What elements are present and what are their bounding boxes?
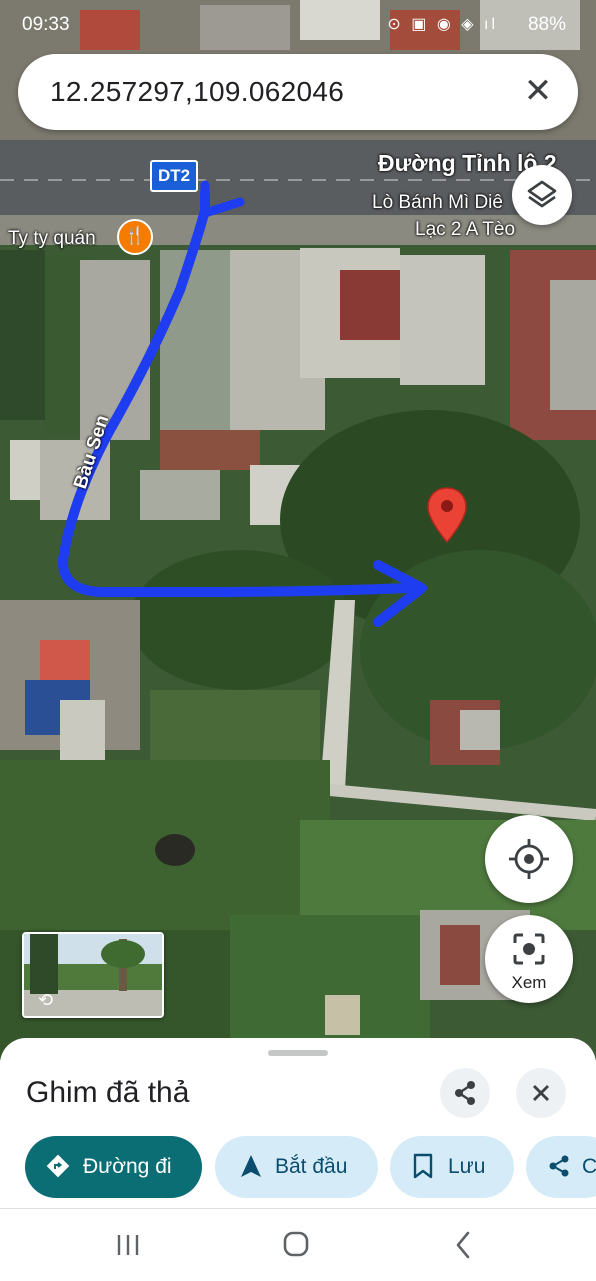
place-label-lo-banh-mi-line2[interactable]: Lạc 2 A Tèo [415,219,515,241]
drag-handle[interactable] [268,1050,328,1056]
system-nav-bar [0,1208,596,1281]
satellite-map[interactable]: 09:33 ⊙ ▣ ◉ ◈ ıl 88% 12.257297,109.06204… [0,0,596,1060]
directions-button[interactable]: Đường đi [25,1136,202,1198]
status-time: 09:33 [22,14,70,35]
recent-apps-icon[interactable] [108,1227,148,1263]
xem-label: Xem [511,973,547,992]
bookmark-icon [413,1153,433,1179]
sheet-title: Ghim đã thả [26,1076,190,1109]
search-query[interactable]: 12.257297,109.062046 [50,76,344,108]
directions-label: Đường đi [83,1155,172,1178]
close-sheet-button[interactable] [516,1068,566,1118]
directions-icon [46,1154,70,1178]
back-icon[interactable] [444,1227,484,1263]
share-icon [549,1155,569,1177]
red-pin-icon[interactable] [426,486,468,544]
place-label-ty-ty-quan[interactable]: Ty ty quán [8,228,96,250]
navigation-arrow-icon [241,1155,261,1177]
save-button[interactable]: Lưu [390,1136,514,1198]
status-icons: ⊙ ▣ ◉ ◈ ıl [387,16,498,33]
start-button[interactable]: Bắt đầu [215,1136,378,1198]
home-icon[interactable] [276,1227,316,1263]
street-view-thumbnail[interactable]: ⟲ [22,932,164,1018]
share-button[interactable] [440,1068,490,1118]
bottom-sheet[interactable]: Ghim đã thả Đường đi Bắt đầu Lưu C [0,1038,596,1208]
layers-button[interactable] [512,165,572,225]
lens-button[interactable]: Xem [485,915,573,1003]
share-icon [455,1081,475,1105]
route-shield[interactable]: DT2 [150,160,199,192]
status-bar: 09:33 ⊙ ▣ ◉ ◈ ıl 88% [0,0,596,50]
share-chip-button[interactable]: C [526,1136,596,1198]
lens-icon [513,933,545,965]
start-label: Bắt đầu [275,1155,348,1178]
battery-level: 88% [527,14,566,35]
restaurant-icon[interactable]: 🍴 [117,219,153,255]
close-icon [533,1085,549,1101]
rotate-360-icon: ⟲ [38,990,54,1010]
my-location-button[interactable] [485,815,573,903]
save-label: Lưu [448,1155,486,1178]
share-chip-label: C [582,1155,596,1178]
crosshair-icon [509,839,549,879]
layers-icon [527,180,557,208]
place-label-lo-banh-mi[interactable]: Lò Bánh Mì Diê [372,192,503,214]
search-bar[interactable]: 12.257297,109.062046 ✕ [18,54,578,130]
close-icon[interactable]: ✕ [520,74,556,110]
